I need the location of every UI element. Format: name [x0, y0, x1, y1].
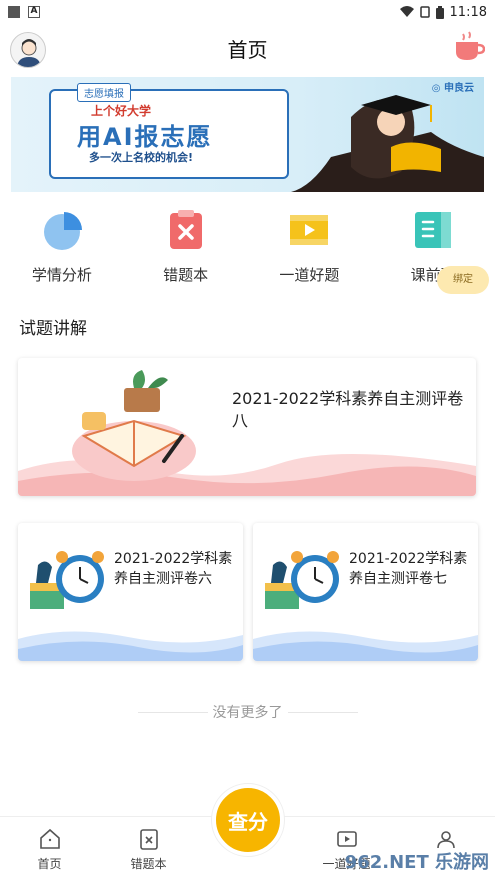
home-icon	[39, 828, 60, 849]
coffee-cup-icon[interactable]	[451, 30, 485, 64]
top-bar: 首页	[0, 24, 495, 72]
divider	[288, 712, 358, 713]
no-more-text: 没有更多了	[212, 705, 283, 721]
tab-home[interactable]: 首页	[0, 817, 99, 880]
exam-card-left[interactable]: 2021-2022学科素养自主测评卷六	[18, 523, 243, 661]
battery-icon	[435, 5, 444, 19]
clock-illustration	[265, 551, 339, 609]
wrong-book-icon	[139, 829, 158, 850]
quick-item-label: 学情分析	[31, 266, 92, 284]
section-title: 试题讲解	[19, 319, 87, 339]
banner[interactable]: 志愿填报 上个好大学 用AI报志愿 多一次上名校的机会! ◎ 申良云	[11, 77, 484, 192]
wave-decoration	[18, 631, 243, 661]
notification-icon	[8, 6, 20, 18]
tab-wrongbook[interactable]: 错题本	[99, 817, 198, 880]
exam-card-right[interactable]: 2021-2022学科素养自主测评卷七	[253, 523, 478, 661]
bind-badge[interactable]: 绑定	[437, 266, 489, 294]
wifi-icon	[399, 6, 414, 17]
quick-item-good-question[interactable]: 一道好题	[248, 208, 372, 298]
card-title: 2021-2022学科素养自主测评卷七	[349, 551, 468, 587]
watermark: 962.NET 乐游网	[344, 852, 489, 873]
quick-item-wrongbook[interactable]: 错题本	[124, 208, 248, 298]
app-notification-icon: A	[28, 6, 40, 18]
clock-illustration	[30, 551, 104, 609]
quick-item-analysis[interactable]: 学情分析	[0, 208, 124, 298]
wave-decoration	[253, 631, 478, 661]
status-bar: A 11:18	[0, 0, 495, 24]
video-icon	[290, 215, 329, 245]
score-query-button[interactable]: 查分	[212, 784, 284, 856]
card-title: 2021-2022学科素养自主测评卷六	[114, 551, 233, 587]
card-title: 2021-2022学科素养自主测评卷八	[232, 389, 464, 430]
graduate-illustration	[291, 95, 484, 192]
banner-headline: 用AI报志愿	[77, 123, 213, 151]
exam-card-big[interactable]: 2021-2022学科素养自主测评卷八	[18, 358, 476, 496]
quick-item-label: 一道好题	[279, 266, 340, 284]
quick-entries: 学情分析 错题本 一道好题 课前预	[0, 208, 495, 298]
no-more-indicator: 没有更多了	[0, 702, 495, 722]
page-title: 首页	[227, 37, 268, 62]
quick-item-label: 错题本	[163, 266, 209, 284]
wrong-book-icon	[169, 210, 202, 249]
status-time: 11:18	[449, 4, 487, 20]
banner-brand: ◎ 申良云	[431, 83, 474, 94]
book-icon	[415, 212, 452, 248]
tab-label: 首页	[37, 857, 62, 871]
banner-tag: 志愿填报	[77, 83, 131, 102]
book-illustration	[72, 370, 196, 481]
user-avatar-icon	[17, 39, 41, 67]
pie-chart-icon	[43, 212, 82, 250]
tab-label: 错题本	[130, 857, 167, 871]
no-sim-icon	[419, 6, 430, 18]
banner-line3: 多一次上名校的机会!	[89, 151, 194, 164]
divider	[138, 712, 208, 713]
avatar[interactable]	[10, 32, 46, 68]
